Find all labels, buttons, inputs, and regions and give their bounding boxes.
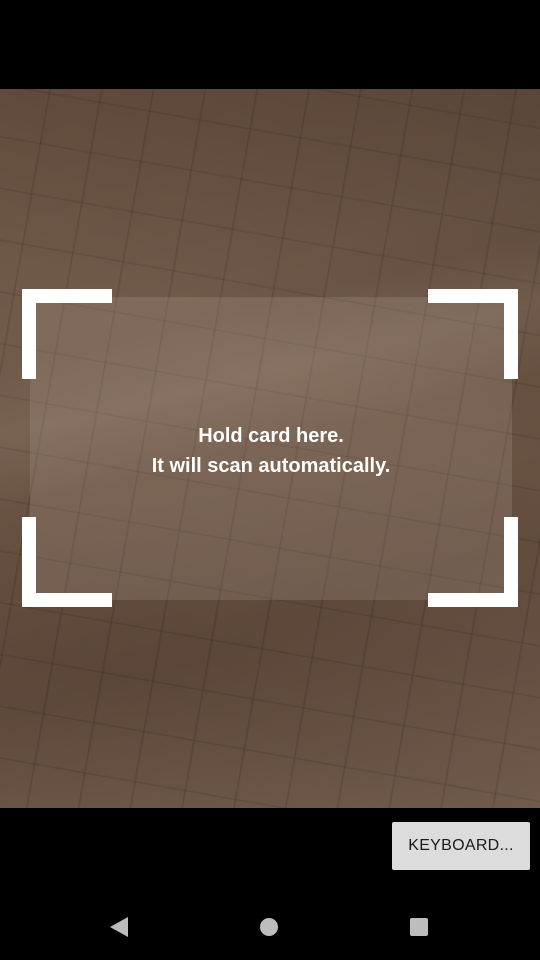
home-circle-icon [260,918,278,936]
scan-frame-corner-top-left [22,289,112,379]
system-navigation-bar [0,894,540,960]
nav-recents-button[interactable] [379,894,459,960]
scan-frame-corner-bottom-right [428,517,518,607]
keyboard-button[interactable]: KEYBOARD... [392,822,530,870]
nav-back-button[interactable] [79,894,159,960]
scan-instruction-line-2: It will scan automatically. [151,455,391,477]
nav-home-button[interactable] [229,894,309,960]
recents-square-icon [410,918,428,936]
scan-frame-corner-bottom-left [22,517,112,607]
card-scan-screen: Hold card here. It will scan automatical… [0,0,540,960]
scan-instruction-line-1: Hold card here. [198,425,344,447]
top-black-bar [0,0,540,89]
back-triangle-icon [110,917,128,937]
scan-frame-corner-top-right [428,289,518,379]
scan-instructions: Hold card here. It will scan automatical… [30,421,512,481]
